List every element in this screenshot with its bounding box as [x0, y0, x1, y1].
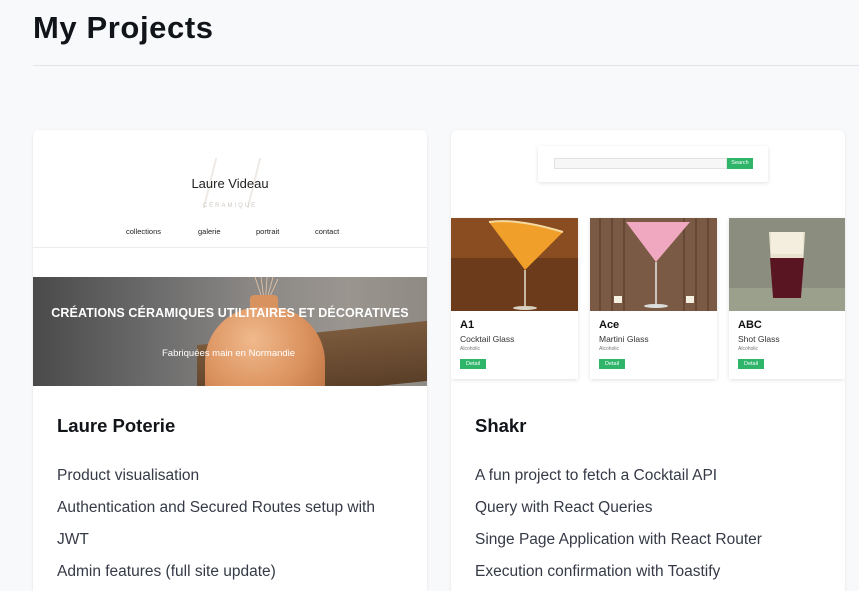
preview-banner: CRÉATIONS CÉRAMIQUES UTILITAIRES ET DÉCO…: [33, 277, 427, 386]
detail-button: Detail: [460, 359, 486, 369]
preview-search-bar: Search: [538, 146, 768, 182]
cocktail-card: ABC Shot Glass Alcoholic Detail: [729, 218, 845, 379]
project-preview-image[interactable]: Laure Videau CÉRAMIQUE collections galer…: [33, 130, 427, 386]
preview-nav-item: collections: [126, 227, 162, 236]
project-title: Laure Poterie: [57, 415, 176, 436]
preview-brand: Laure Videau: [191, 176, 269, 191]
feature-list: A fun project to fetch a Cocktail API Qu…: [475, 460, 815, 588]
project-card-laure-poterie[interactable]: Laure Videau CÉRAMIQUE collections galer…: [33, 130, 427, 591]
project-card-shakr[interactable]: Search A1 Cocktail Glass Alcoholic Detai…: [451, 130, 845, 591]
feature-item: Execution confirmation with Toastify: [475, 563, 721, 580]
cocktail-image: [729, 218, 845, 311]
preview-banner-title: CRÉATIONS CÉRAMIQUES UTILITAIRES ET DÉCO…: [51, 306, 409, 320]
project-preview-image[interactable]: Search A1 Cocktail Glass Alcoholic Detai…: [451, 130, 845, 386]
cocktail-name: ABC: [738, 319, 762, 331]
preview-nav-item: contact: [315, 227, 340, 236]
feature-item: A fun project to fetch a Cocktail API: [475, 467, 718, 484]
cocktail-type: Alcoholic: [599, 346, 620, 352]
cocktail-type: Alcoholic: [460, 346, 481, 352]
feature-item: Product visualisation: [57, 467, 200, 484]
cocktail-name: A1: [460, 319, 475, 331]
project-title: Shakr: [475, 415, 527, 436]
feature-item: Admin features (full site update): [57, 563, 276, 580]
cocktail-glass: Cocktail Glass: [460, 334, 515, 344]
cocktail-type: Alcoholic: [738, 346, 759, 352]
cocktail-glass: Martini Glass: [599, 334, 649, 344]
cocktail-glass: Shot Glass: [738, 334, 780, 344]
page-title: My Projects: [33, 10, 214, 45]
detail-button: Detail: [599, 359, 625, 369]
preview-nav: collections galerie portrait contact: [126, 227, 339, 236]
feature-item: Query with React Queries: [475, 499, 653, 516]
title-divider: [33, 65, 859, 66]
preview-search-button: Search: [727, 158, 753, 169]
detail-button: Detail: [738, 359, 764, 369]
cocktail-image: [451, 218, 578, 311]
preview-nav-item: portrait: [256, 227, 280, 236]
feature-item: Singe Page Application with React Router: [475, 531, 762, 548]
preview-nav-item: galerie: [198, 227, 221, 236]
feature-item: Authentication and Secured Routes setup …: [57, 499, 375, 516]
preview-banner-subtitle: Fabriquées main en Normandie: [162, 348, 296, 359]
preview-site-header: Laure Videau CÉRAMIQUE collections galer…: [33, 130, 427, 248]
cocktail-card: A1 Cocktail Glass Alcoholic Detail: [451, 218, 578, 379]
preview-brand-sub: CÉRAMIQUE: [202, 203, 258, 209]
feature-item: JWT: [57, 531, 89, 548]
cocktail-card: Ace Martini Glass Alcoholic Detail: [590, 218, 717, 379]
feature-list: Product visualisation Authentication and…: [57, 460, 397, 588]
cocktail-name: Ace: [599, 319, 620, 331]
cocktail-image: [590, 218, 717, 311]
preview-search-input: [554, 158, 727, 169]
